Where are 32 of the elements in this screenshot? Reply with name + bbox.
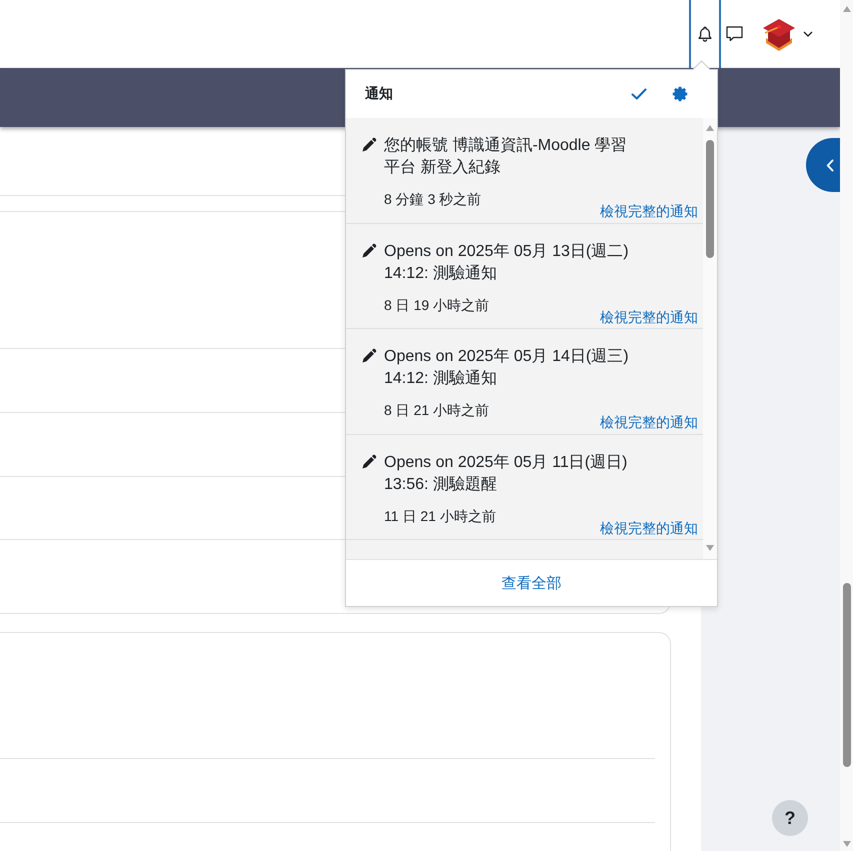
user-menu-button[interactable] <box>761 16 813 52</box>
view-full-notification-link[interactable]: 檢視完整的通知 <box>600 412 698 432</box>
scrollbar-thumb[interactable] <box>706 140 714 258</box>
help-button[interactable]: ? <box>772 800 808 836</box>
pen-icon <box>362 454 377 468</box>
bell-icon <box>697 26 713 42</box>
notification-item[interactable]: Opens on 2025年 05月 13日(週二) 14:12: 測驗通知 8 日 19 小時之前 檢視完整的通知 <box>346 224 703 329</box>
caret-icon <box>803 31 813 37</box>
check-icon[interactable] <box>631 86 647 102</box>
pen-icon <box>362 242 377 258</box>
pen-icon <box>362 348 377 363</box>
notification-time: 8 日 21 小時之前 <box>384 401 490 420</box>
notification-title: Opens on 2025年 05月 13日(週二) 14:12: 測驗通知 <box>384 242 630 284</box>
pen-icon <box>362 137 377 152</box>
view-all-link[interactable]: 查看全部 <box>502 574 562 592</box>
settings-icon[interactable] <box>672 86 688 102</box>
notification-time: 8 分鐘 3 秒之前 <box>384 190 482 209</box>
chevron-left-icon <box>826 158 834 172</box>
drawer-toggle-button[interactable] <box>806 138 840 192</box>
notification-time: 8 日 19 小時之前 <box>384 296 490 314</box>
popover-title: 通知 <box>365 85 393 103</box>
notification-title: Opens on 2025年 05月 11日(週日) 13:56: 測驗題醒 <box>384 452 628 494</box>
chat-icon[interactable] <box>726 26 743 42</box>
notification-title: Opens on 2025年 05月 14日(週三) 14:12: 測驗通知 <box>384 347 630 389</box>
view-full-notification-link[interactable]: 檢視完整的通知 <box>600 306 698 326</box>
view-full-notification-link[interactable]: 檢視完整的通知 <box>600 201 698 221</box>
graduation-cap-icon <box>761 16 797 52</box>
notification-title: 您的帳號 博識通資訊-Moodle 學習平台 新登入紀錄 <box>384 136 628 178</box>
view-full-notification-link[interactable]: 檢視完整的通知 <box>600 518 698 538</box>
scrollbar-thumb[interactable] <box>842 583 850 767</box>
notification-item[interactable]: Opens on 2025年 05月 11日(週日) 13:56: 測驗題醒 11 日 21 小時之前 檢視完整的通知 <box>346 434 703 540</box>
notification-time: 11 日 21 小時之前 <box>384 506 496 526</box>
